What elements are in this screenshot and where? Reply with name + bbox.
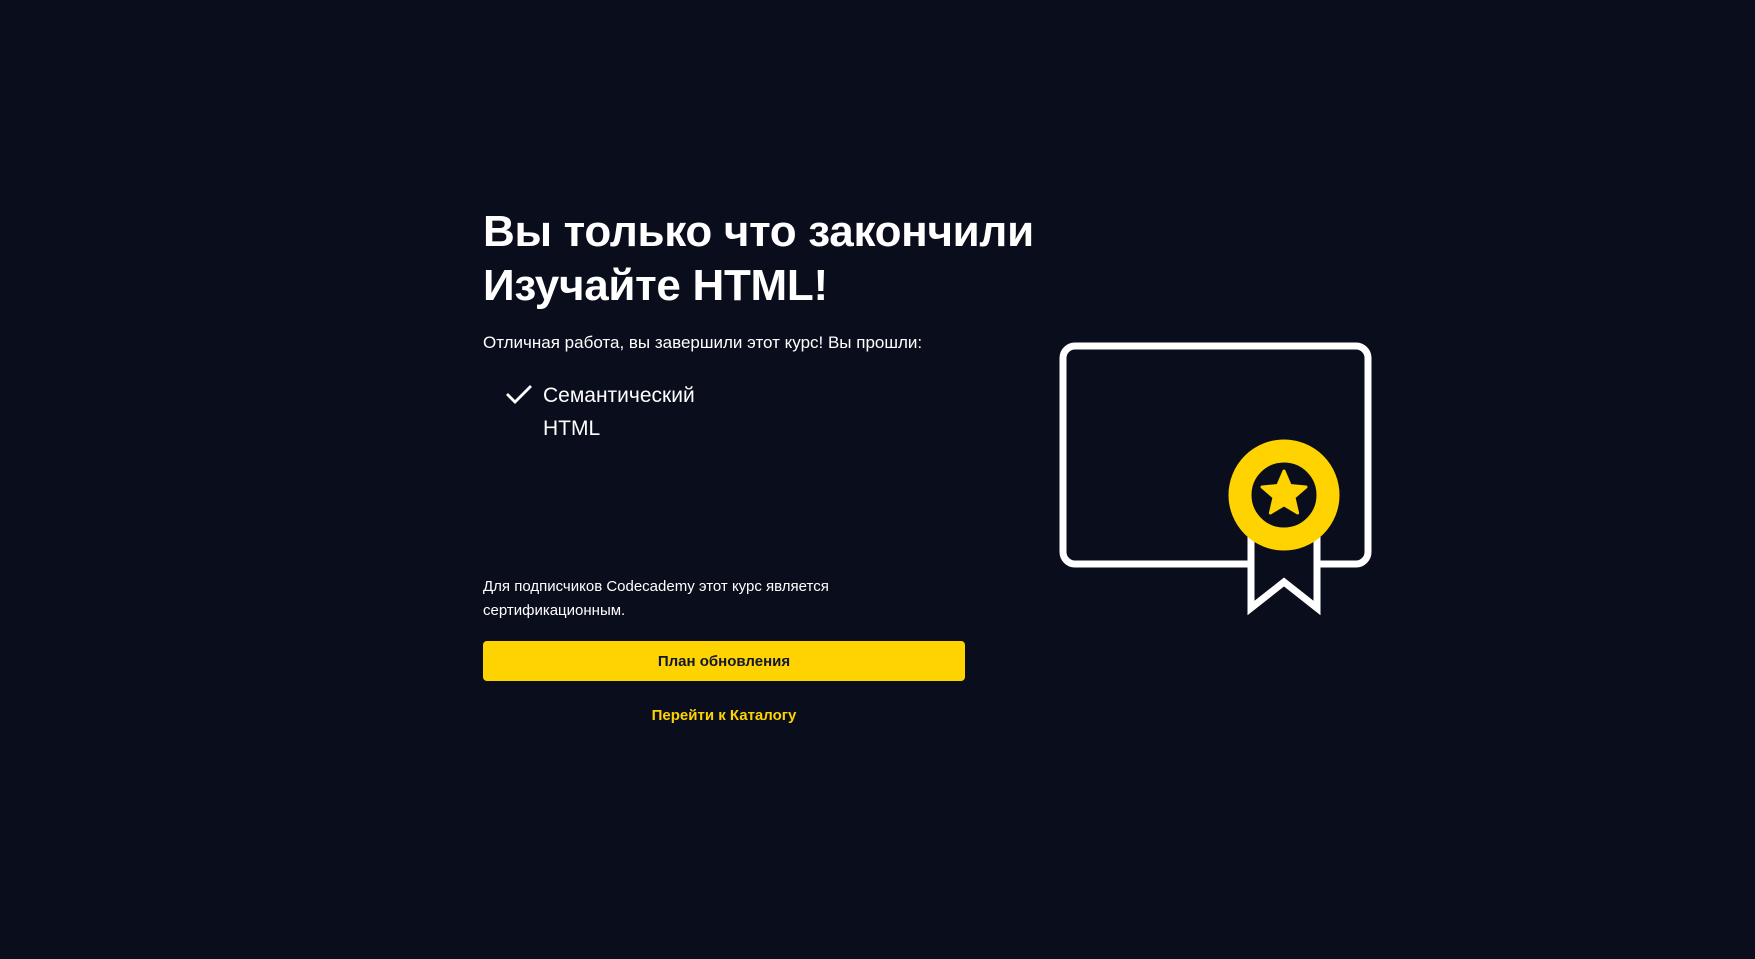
completion-content: Вы только что закончили Изучайте HTML! О… bbox=[483, 205, 1034, 445]
certificate-illustration bbox=[1059, 342, 1372, 616]
completed-lessons-list: Семантический HTML bbox=[483, 379, 965, 445]
title-line-2: Изучайте HTML! bbox=[483, 261, 828, 310]
check-icon bbox=[506, 385, 532, 404]
subscriber-note: Для подписчиков Codecademy этот курс явл… bbox=[483, 578, 829, 619]
catalog-link[interactable]: Перейти к Каталогу bbox=[483, 707, 965, 724]
completion-subtitle: Отличная работа, вы завершили этот курс!… bbox=[483, 333, 923, 352]
title-line-1: Вы только что закончили bbox=[483, 207, 1034, 256]
page-title: Вы только что закончили Изучайте HTML! bbox=[483, 205, 1034, 313]
lesson-label: Семантический HTML bbox=[543, 384, 695, 440]
upgrade-plan-button[interactable]: План обновления bbox=[483, 641, 965, 681]
list-item: Семантический HTML bbox=[505, 379, 965, 445]
course-completion-page: Вы только что закончили Изучайте HTML! О… bbox=[0, 0, 1755, 959]
